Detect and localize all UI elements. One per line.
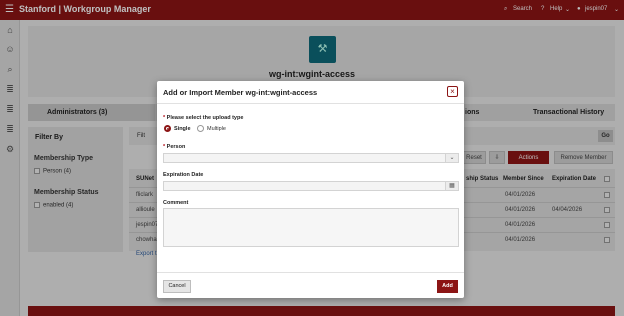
calendar-icon[interactable]: ▦	[445, 182, 458, 190]
expiration-date-label: Expiration Date	[163, 172, 204, 178]
divider	[157, 272, 464, 273]
expiration-date-input[interactable]: ▦	[163, 181, 459, 191]
cancel-button[interactable]: Cancel	[163, 280, 191, 293]
person-select[interactable]: ⌄	[163, 153, 459, 163]
close-icon[interactable]: ×	[447, 86, 458, 97]
add-member-dialog: Add or Import Member wg-int:wgint-access…	[157, 81, 464, 298]
person-label: * Person	[163, 144, 186, 150]
radio-multiple[interactable]	[197, 125, 204, 132]
upload-type-label: * Please select the upload type	[163, 115, 244, 121]
chevron-down-icon[interactable]: ⌄	[445, 154, 458, 162]
add-button[interactable]: Add	[437, 280, 458, 293]
radio-multiple-label[interactable]: Multiple	[207, 126, 226, 132]
radio-single-label[interactable]: Single	[174, 126, 191, 132]
radio-single[interactable]	[164, 125, 171, 132]
comment-textarea[interactable]	[163, 208, 459, 247]
divider	[157, 103, 464, 104]
comment-label: Comment	[163, 200, 189, 206]
dialog-title: Add or Import Member wg-int:wgint-access	[163, 88, 318, 97]
